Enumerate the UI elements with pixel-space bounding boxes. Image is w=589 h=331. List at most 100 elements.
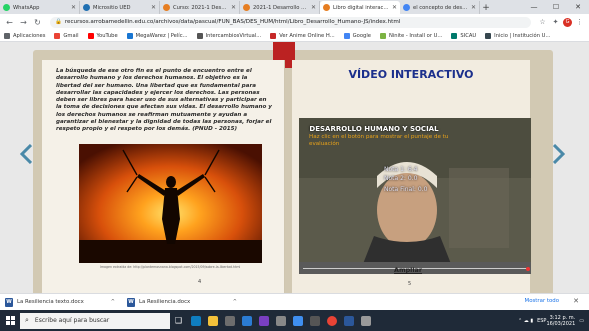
bookmark-label: IntercambiosVirtual... bbox=[205, 32, 262, 39]
tray-icons[interactable]: ⌃ ☁ ▮ bbox=[518, 318, 533, 324]
word-icon[interactable] bbox=[340, 310, 357, 331]
google-icon bbox=[403, 4, 410, 11]
book-icon bbox=[323, 4, 330, 11]
close-window-icon[interactable]: ✕ bbox=[567, 0, 589, 14]
bookmark-google[interactable]: Google bbox=[343, 32, 371, 39]
download-item[interactable]: W La Resiliencia texto.docx ^ bbox=[5, 297, 115, 307]
close-download-bar-icon[interactable]: ✕ bbox=[573, 297, 579, 305]
tab-desarrollo[interactable]: 2021-1 Desarrollo Hum ✕ bbox=[240, 1, 320, 14]
bookmark-label: MegaWarez | Pelíc... bbox=[135, 32, 188, 39]
close-tab-icon[interactable]: ✕ bbox=[71, 4, 76, 11]
bookmark-star-icon[interactable]: ☆ bbox=[537, 17, 548, 28]
bookmark-apps[interactable]: Aplicaciones bbox=[4, 32, 46, 39]
bookmark-intercambios[interactable]: IntercambiosVirtual... bbox=[196, 32, 262, 39]
tab-google-search[interactable]: el concepto de desarrollo ✕ bbox=[400, 1, 480, 14]
back-icon[interactable]: ← bbox=[4, 17, 15, 28]
score-nota-final: Nota Final: 0.0 bbox=[384, 186, 428, 193]
window-controls: — ☐ ✕ bbox=[523, 0, 589, 14]
app-icon[interactable] bbox=[357, 310, 374, 331]
youtube-icon bbox=[87, 32, 94, 39]
tab-libro-digital[interactable]: Libro digital interactivo ✕ bbox=[320, 1, 400, 14]
forward-icon[interactable]: → bbox=[18, 17, 29, 28]
site-icon bbox=[270, 32, 277, 39]
clock[interactable]: 3:12 p. m. 16/03/2021 bbox=[546, 315, 575, 327]
tab-strip: WhatsApp ✕ Micrositio UED ✕ Curso: 2021-… bbox=[0, 0, 589, 14]
file-explorer-icon[interactable] bbox=[204, 310, 221, 331]
ninite-icon bbox=[379, 32, 386, 39]
site-icon bbox=[485, 32, 492, 39]
tab-curso[interactable]: Curso: 2021-1 Desarrollo ✕ bbox=[160, 1, 240, 14]
chrome-icon[interactable] bbox=[323, 310, 340, 331]
gmail-icon bbox=[54, 32, 61, 39]
dropbox-icon[interactable] bbox=[289, 310, 306, 331]
whatsapp-icon bbox=[3, 4, 10, 11]
close-tab-icon[interactable]: ✕ bbox=[392, 4, 397, 11]
moodle-icon bbox=[163, 4, 170, 11]
word-doc-icon: W bbox=[127, 297, 135, 307]
close-tab-icon[interactable]: ✕ bbox=[471, 4, 476, 11]
tab-label: Curso: 2021-1 Desarrollo bbox=[173, 4, 229, 11]
bookmark-inicio[interactable]: Inicio | Institución U... bbox=[485, 32, 550, 39]
start-button[interactable] bbox=[0, 310, 20, 331]
windows-logo-icon bbox=[5, 316, 15, 325]
app-icon[interactable] bbox=[306, 310, 323, 331]
sunset-chains-image bbox=[79, 144, 262, 263]
bookmark-sicau[interactable]: SICAU bbox=[451, 32, 477, 39]
bookmark-megawarez[interactable]: MegaWarez | Pelíc... bbox=[126, 32, 188, 39]
bookmark-youtube[interactable]: YouTube bbox=[87, 32, 118, 39]
edge-icon[interactable] bbox=[187, 310, 204, 331]
profile-avatar[interactable]: G bbox=[563, 17, 572, 27]
bookmark-label: Gmail bbox=[63, 32, 79, 39]
tab-micrositio[interactable]: Micrositio UED ✕ bbox=[80, 1, 160, 14]
language-indicator[interactable]: ESP bbox=[537, 318, 546, 324]
bookmark-anime[interactable]: Ver Anime Online H... bbox=[270, 32, 335, 39]
address-row: ← → ↻ 🔒 recursos.arrobamedellin.edu.co/a… bbox=[0, 14, 589, 30]
tab-label: Libro digital interactivo bbox=[333, 4, 390, 11]
app-icon[interactable] bbox=[272, 310, 289, 331]
task-view-icon[interactable]: ❑ bbox=[170, 310, 187, 331]
ampliar-link[interactable]: Ampliar bbox=[394, 266, 422, 274]
reload-icon[interactable]: ↻ bbox=[32, 17, 43, 28]
extensions-icon[interactable]: ✦ bbox=[550, 17, 561, 28]
notifications-icon[interactable]: ▭ bbox=[579, 318, 584, 324]
store-icon[interactable] bbox=[221, 310, 238, 331]
bookmark-gmail[interactable]: Gmail bbox=[54, 32, 79, 39]
minimize-icon[interactable]: — bbox=[523, 0, 545, 14]
download-item[interactable]: W La Resiliencia.docx ^ bbox=[127, 297, 237, 307]
new-tab-button[interactable]: + bbox=[480, 1, 492, 14]
video-section-title: VÍDEO INTERACTIVO bbox=[348, 68, 474, 81]
tab-label: WhatsApp bbox=[13, 4, 40, 11]
windows-taskbar: ⌕ Escribe aquí para buscar ❑ ⌃ ☁ ▮ ESP 3… bbox=[0, 310, 589, 331]
clock-time: 3:12 p. m. bbox=[549, 314, 576, 321]
moodle-icon bbox=[243, 4, 250, 11]
bookmark-label: Aplicaciones bbox=[13, 32, 46, 39]
close-tab-icon[interactable]: ✕ bbox=[151, 4, 156, 11]
tab-label: 2021-1 Desarrollo Hum bbox=[253, 4, 309, 11]
menu-icon[interactable]: ⋮ bbox=[574, 17, 585, 28]
download-filename: La Resiliencia.docx bbox=[139, 299, 191, 305]
close-tab-icon[interactable]: ✕ bbox=[231, 4, 236, 11]
mail-icon[interactable] bbox=[238, 310, 255, 331]
url-bar[interactable]: 🔒 recursos.arrobamedellin.edu.co/archivo… bbox=[50, 16, 531, 28]
bookmark-label: SICAU bbox=[460, 32, 477, 39]
bookmark-ninite[interactable]: Ninite - Install or U... bbox=[379, 32, 443, 39]
page-number-right: 5 bbox=[408, 281, 412, 287]
video-instruction: Haz clic en el botón para mostrar el pun… bbox=[309, 134, 449, 147]
close-tab-icon[interactable]: ✕ bbox=[311, 4, 316, 11]
video-heading: DESARROLLO HUMANO Y SOCIAL bbox=[309, 125, 439, 133]
chevron-up-icon[interactable]: ^ bbox=[233, 299, 237, 305]
chevron-up-icon[interactable]: ^ bbox=[111, 299, 115, 305]
previous-page-arrow-icon[interactable] bbox=[16, 142, 36, 166]
bookmark-label: Ninite - Install or U... bbox=[388, 32, 443, 39]
app-icon[interactable] bbox=[255, 310, 272, 331]
bookmark-label: YouTube bbox=[96, 32, 118, 39]
taskbar-search[interactable]: ⌕ Escribe aquí para buscar bbox=[20, 312, 170, 329]
maximize-icon[interactable]: ☐ bbox=[545, 0, 567, 14]
video-progress-handle[interactable] bbox=[526, 267, 530, 271]
interactive-video-player[interactable]: DESARROLLO HUMANO Y SOCIAL Haz clic en e… bbox=[299, 118, 531, 274]
next-page-arrow-icon[interactable] bbox=[549, 142, 569, 166]
lock-icon[interactable]: 🔒 bbox=[55, 19, 62, 25]
page-content: La búsqueda de ese otro fin es el punto … bbox=[0, 42, 589, 296]
show-all-downloads-button[interactable]: Mostrar todo bbox=[525, 298, 559, 304]
tab-whatsapp[interactable]: WhatsApp ✕ bbox=[0, 1, 80, 14]
